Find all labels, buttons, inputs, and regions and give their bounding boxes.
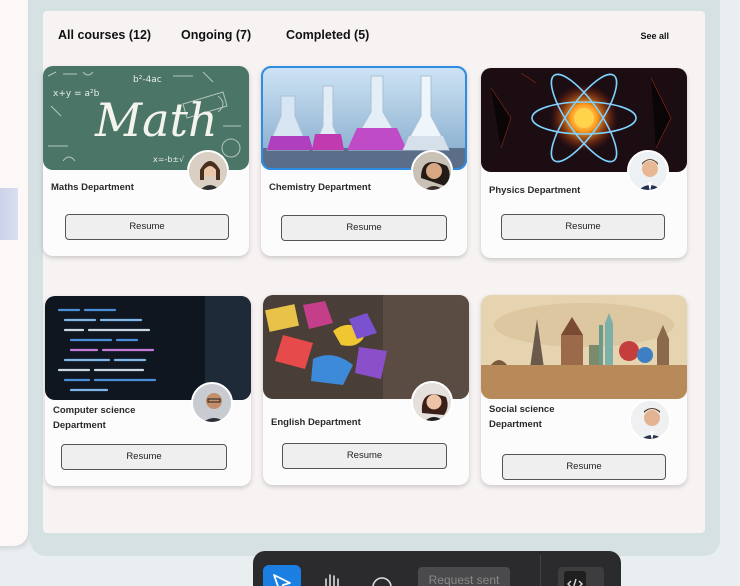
department-name: Maths Department (51, 182, 134, 193)
course-card-social-science[interactable]: Social science Department Resume (481, 295, 687, 485)
comment-tool-button[interactable] (363, 565, 401, 586)
instructor-avatar (411, 150, 453, 192)
resume-button[interactable]: Resume (61, 444, 227, 470)
instructor-avatar (411, 381, 453, 423)
hand-icon (325, 574, 339, 586)
bottom-toolbar: Request sent (253, 551, 621, 586)
left-panel-active-item[interactable] (0, 188, 18, 240)
department-name: Social science Department (489, 404, 555, 430)
department-name: Chemistry Department (269, 182, 371, 193)
toolbar-divider (540, 555, 541, 586)
code-icon (564, 571, 586, 586)
course-card-maths[interactable]: Math x+y = a²b b²-4ac x=-b±√ Maths Depar… (43, 66, 249, 256)
resume-button[interactable]: Resume (65, 214, 229, 240)
resume-button[interactable]: Resume (502, 454, 666, 480)
resume-button[interactable]: Resume (282, 443, 447, 469)
hand-tool-button[interactable] (313, 565, 351, 586)
left-panel (0, 0, 28, 546)
svg-text:x=-b±√: x=-b±√ (153, 155, 185, 164)
department-name: Physics Department (489, 185, 581, 196)
resume-button[interactable]: Resume (501, 214, 665, 240)
svg-text:Math: Math (94, 93, 218, 147)
code-view-button[interactable] (558, 567, 604, 586)
course-card-computer-science[interactable]: Computer science Department Resume (45, 296, 251, 486)
course-card-english[interactable]: English Department Resume (263, 295, 469, 485)
tab-all-courses[interactable]: All courses (12) (58, 28, 151, 42)
courses-panel: All courses (12) Ongoing (7) Completed (… (43, 11, 705, 533)
instructor-avatar (629, 399, 671, 441)
resume-button[interactable]: Resume (281, 215, 447, 241)
svg-text:b²-4ac: b²-4ac (133, 75, 162, 85)
course-card-chemistry[interactable]: Chemistry Department Resume (261, 66, 467, 256)
see-all-link[interactable]: See all (640, 31, 669, 41)
svg-text:x+y = a²b: x+y = a²b (53, 89, 100, 99)
instructor-avatar (191, 382, 233, 424)
world-landmarks-image (481, 295, 687, 399)
department-name: Computer science Department (53, 405, 136, 431)
tab-completed[interactable]: Completed (5) (286, 28, 369, 42)
cursor-tool-button[interactable] (263, 565, 301, 586)
request-sent-button[interactable]: Request sent (418, 567, 510, 586)
course-card-physics[interactable]: Physics Department Resume (481, 68, 687, 258)
instructor-avatar (627, 150, 669, 192)
cursor-icon (273, 574, 291, 586)
comment-icon (372, 577, 392, 586)
instructor-avatar (187, 150, 229, 192)
department-name: English Department (271, 417, 361, 428)
tab-ongoing[interactable]: Ongoing (7) (181, 28, 251, 42)
